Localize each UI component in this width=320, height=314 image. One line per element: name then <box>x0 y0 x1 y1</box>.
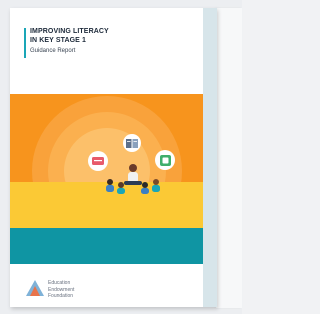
report-cover[interactable]: IMPROVING LITERACY IN KEY STAGE 1 Guidan… <box>10 8 217 307</box>
title-accent-bar <box>24 28 26 58</box>
back-page <box>216 8 242 308</box>
report-subtitle: Guidance Report <box>30 48 76 54</box>
children-reading-illustration <box>106 164 160 194</box>
publisher-line-3: Foundation <box>48 293 74 299</box>
title-block: IMPROVING LITERACY IN KEY STAGE 1 Guidan… <box>24 28 194 58</box>
document-preview: IMPROVING LITERACY IN KEY STAGE 1 Guidan… <box>0 0 242 314</box>
report-title-line-1: IMPROVING LITERACY <box>30 28 109 35</box>
cover-spine <box>203 8 217 307</box>
publisher-name: Education Endowment Foundation <box>48 280 74 300</box>
eef-triangle-icon <box>26 280 44 296</box>
open-book-icon <box>123 134 141 152</box>
eef-logo: Education Endowment Foundation <box>26 280 146 302</box>
report-title-line-2: IN KEY STAGE 1 <box>30 36 86 44</box>
teal-band <box>10 228 203 264</box>
